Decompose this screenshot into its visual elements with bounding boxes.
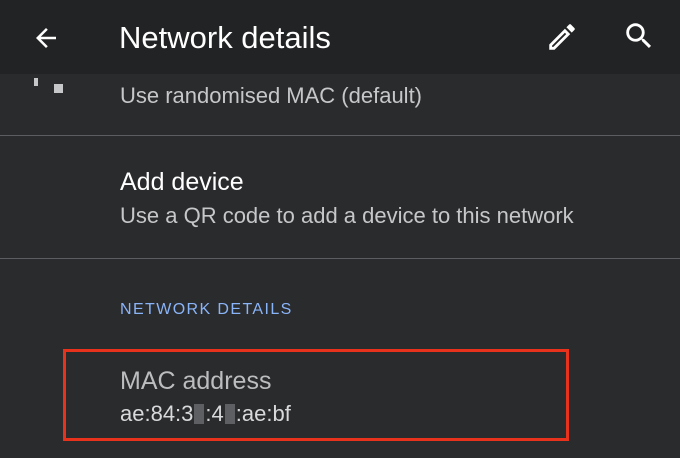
section-header-network-details: NETWORK DETAILS bbox=[120, 301, 293, 318]
mac-address-item[interactable]: MAC address ae:84:3 :4 :ae:bf bbox=[0, 350, 680, 442]
divider bbox=[0, 258, 680, 259]
add-device-title: Add device bbox=[120, 168, 244, 196]
search-icon bbox=[626, 23, 652, 49]
pencil-icon bbox=[549, 24, 575, 50]
edit-button[interactable] bbox=[540, 15, 584, 59]
mac-value-part: :4 bbox=[205, 401, 224, 426]
network-details-screen: Network details Use randomised MAC (defa… bbox=[0, 0, 680, 458]
back-button[interactable] bbox=[24, 16, 68, 60]
privacy-row-icon bbox=[34, 78, 63, 93]
mac-address-value: ae:84:3 :4 :ae:bf bbox=[120, 400, 291, 428]
app-bar: Network details bbox=[0, 0, 680, 74]
mac-value-part: :ae:bf bbox=[235, 401, 291, 426]
redaction-block bbox=[194, 404, 205, 424]
redaction-block bbox=[224, 404, 235, 424]
mac-address-title: MAC address bbox=[120, 367, 272, 395]
mac-value-part: ae:84:3 bbox=[120, 401, 194, 426]
arrow-left-icon bbox=[36, 28, 56, 48]
add-device-item[interactable]: Add device Use a QR code to add a device… bbox=[0, 136, 680, 258]
search-button[interactable] bbox=[617, 14, 661, 58]
privacy-summary[interactable]: Use randomised MAC (default) bbox=[120, 82, 422, 110]
add-device-summary: Use a QR code to add a device to this ne… bbox=[120, 203, 574, 228]
page-title: Network details bbox=[119, 20, 331, 55]
